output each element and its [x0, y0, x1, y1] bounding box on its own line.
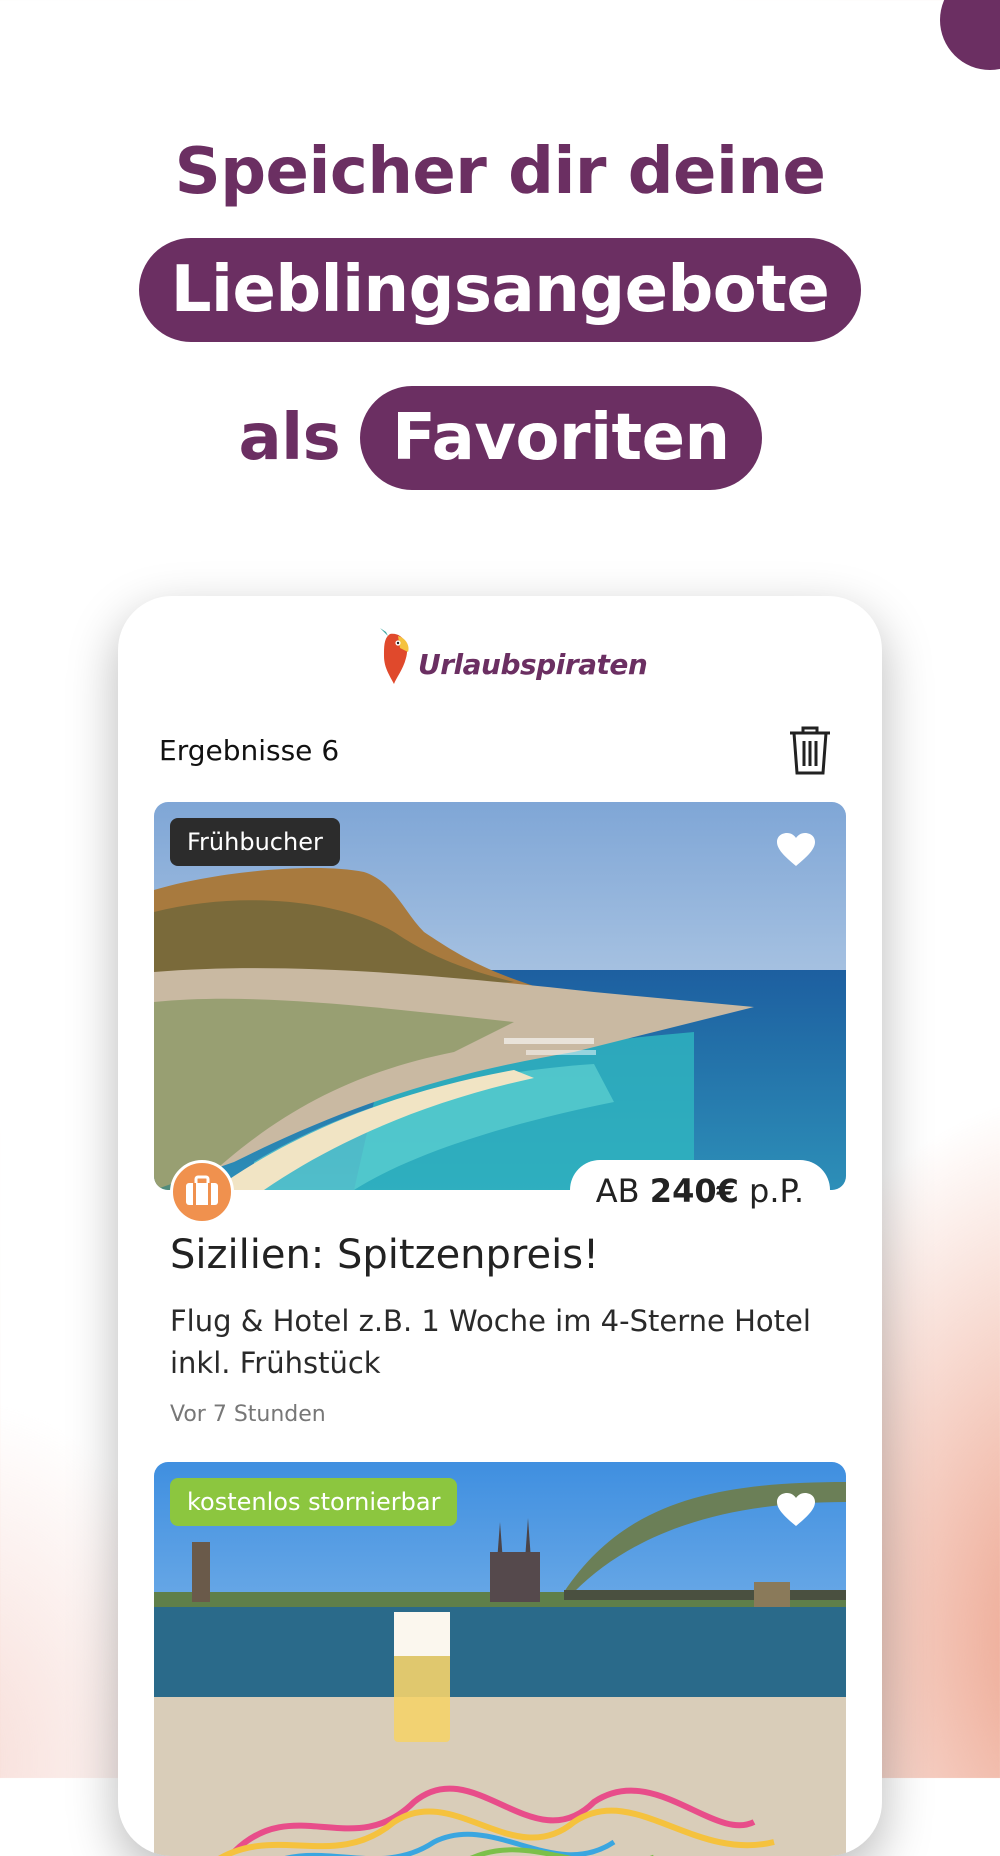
price-value: 240€ — [649, 1172, 739, 1210]
offer-timestamp: Vor 7 Stunden — [170, 1402, 326, 1427]
favorite-toggle[interactable] — [776, 1492, 816, 1528]
offer-badge: Frühbucher — [170, 818, 340, 866]
promo-headline-line3: als Favoriten — [0, 386, 1000, 490]
phone-mockup: Urlaubspiraten Ergebnisse 6 Frühbucher A… — [118, 596, 882, 1856]
trash-icon — [790, 726, 830, 775]
logo-wordmark: Urlaubspiraten — [418, 648, 648, 681]
offer-card[interactable]: kostenlos stornierbar — [154, 1462, 846, 1856]
offer-description: Flug & Hotel z.B. 1 Woche im 4-Sterne Ho… — [170, 1304, 811, 1380]
price-prefix: AB — [595, 1172, 650, 1210]
offer-title[interactable]: Sizilien: Spitzenpreis! — [170, 1232, 599, 1278]
promo-pill-favorites: Favoriten — [360, 386, 762, 490]
offer-card[interactable]: Frühbucher AB 240€ p.P. Sizilien: Spitze… — [154, 802, 846, 1427]
promo-headline-line2: Lieblingsangebote — [0, 238, 1000, 342]
offer-badge: kostenlos stornierbar — [170, 1478, 458, 1526]
package-type-badge — [170, 1160, 234, 1224]
promo-headline-line1: Speicher dir deine — [174, 135, 826, 209]
app-logo: Urlaubspiraten — [376, 626, 648, 686]
heart-icon — [777, 1493, 815, 1526]
suitcase-icon — [186, 1175, 218, 1205]
offer-image-sicily[interactable]: Frühbucher — [154, 802, 846, 1190]
price-label: AB 240€ p.P. — [569, 1160, 830, 1220]
promo-pill-favorites-offers: Lieblingsangebote — [138, 238, 862, 342]
favorite-toggle[interactable] — [776, 832, 816, 868]
delete-all-button[interactable] — [788, 724, 832, 776]
price-suffix: p.P. — [738, 1172, 804, 1210]
parrot-logo-icon — [380, 628, 409, 684]
heart-icon — [777, 833, 815, 866]
offer-image-cologne[interactable]: kostenlos stornierbar — [154, 1462, 846, 1856]
promo-word-als: als — [238, 401, 341, 475]
results-count: Ergebnisse 6 — [159, 734, 340, 767]
corner-decoration — [940, 0, 1000, 70]
